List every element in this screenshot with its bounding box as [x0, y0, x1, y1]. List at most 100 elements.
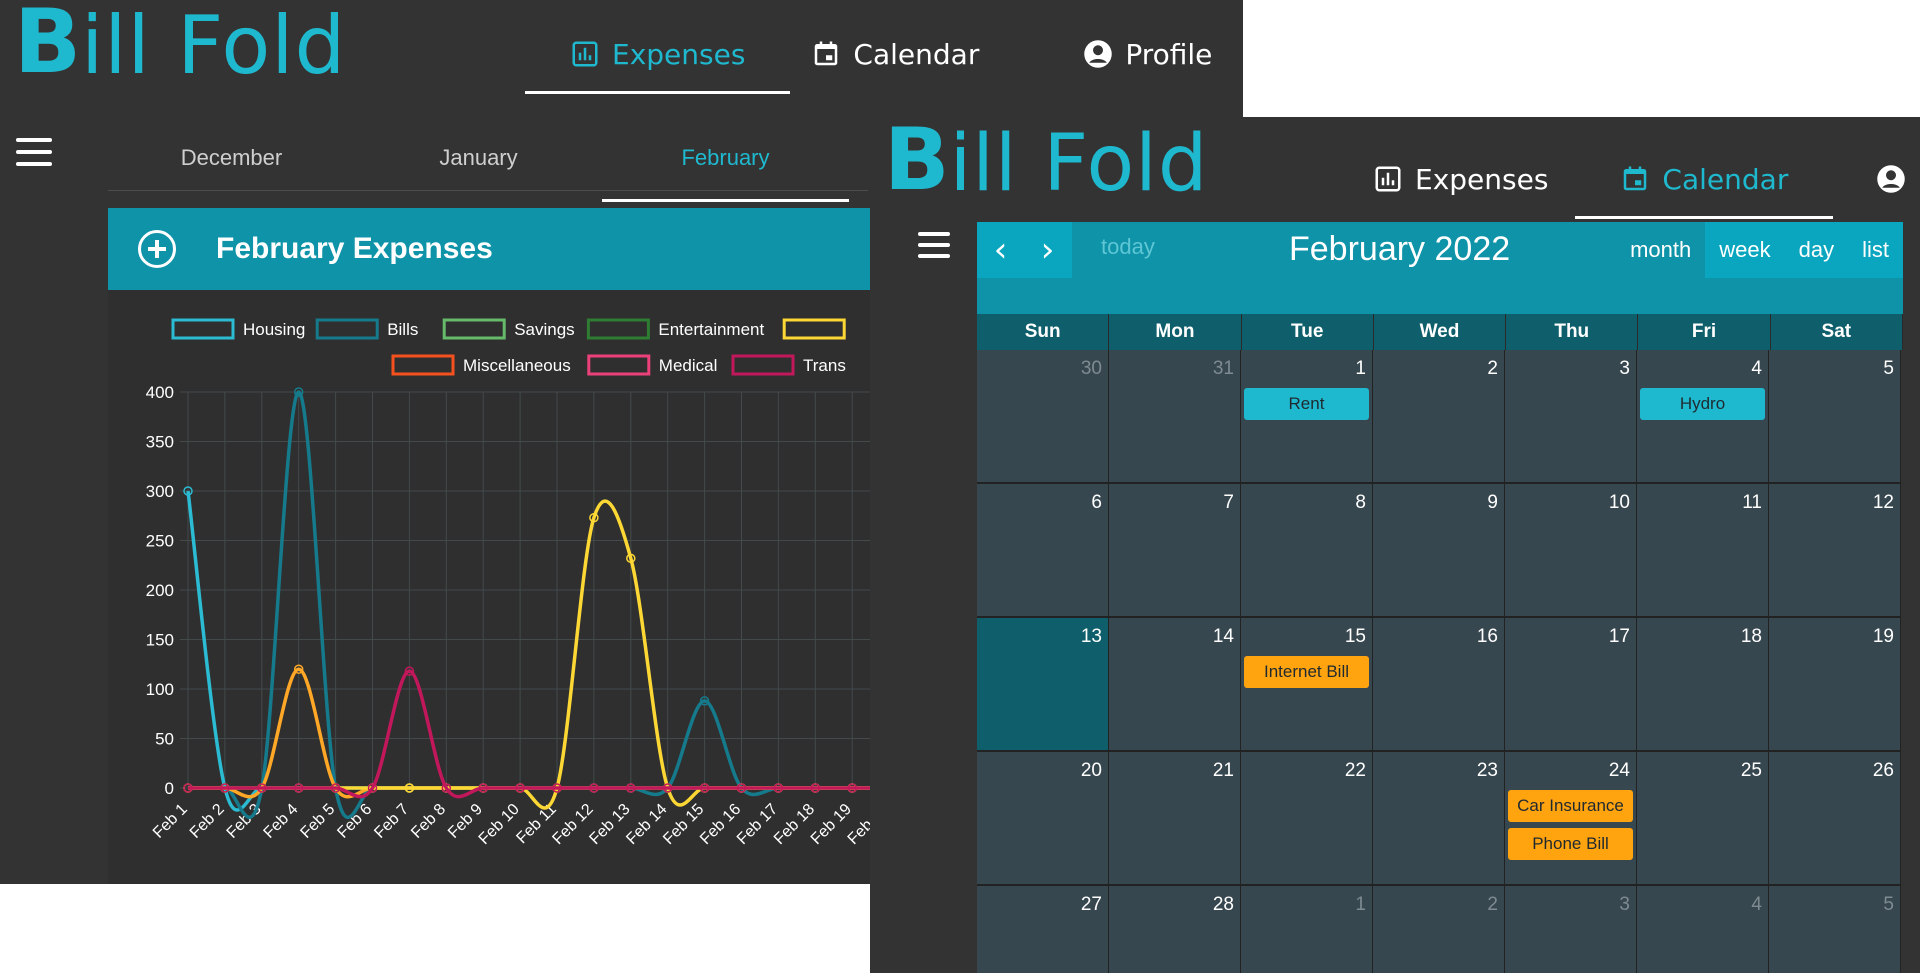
day-cell[interactable]: 15 Internet Bill: [1241, 618, 1373, 752]
day-cell[interactable]: 5: [1769, 886, 1901, 973]
day-number: 23: [1476, 760, 1498, 781]
day-cell[interactable]: 13: [977, 618, 1109, 752]
day-cell[interactable]: 6: [977, 484, 1109, 618]
day-cell[interactable]: 11: [1637, 484, 1769, 618]
logo-text: ill Fold: [81, 0, 347, 92]
calendar-event[interactable]: Hydro: [1640, 388, 1765, 420]
calendar-title: February 2022: [1289, 230, 1511, 268]
day-cell[interactable]: 24 Car Insurance Phone Bill: [1505, 752, 1637, 886]
legend-label: Trans: [803, 356, 846, 375]
day-cell[interactable]: 16: [1373, 618, 1505, 752]
day-cell[interactable]: 30: [977, 350, 1109, 484]
calendar-event[interactable]: Car Insurance: [1508, 790, 1633, 822]
next-month-button[interactable]: ›: [1024, 222, 1071, 278]
hamburger-menu-icon[interactable]: [918, 232, 950, 258]
day-cell[interactable]: 21: [1109, 752, 1241, 886]
x-tick-label: Feb 12: [549, 801, 596, 848]
day-cell[interactable]: 25: [1637, 752, 1769, 886]
day-cell[interactable]: 20: [977, 752, 1109, 886]
weekday-thu: Thu: [1506, 314, 1639, 350]
day-cell[interactable]: 9: [1373, 484, 1505, 618]
day-cell[interactable]: 1: [1241, 886, 1373, 973]
bill-fold-logo[interactable]: Bill Fold: [884, 117, 1208, 203]
weekday-header: Sun Mon Tue Wed Thu Fri Sat: [977, 314, 1903, 350]
day-cell[interactable]: 17: [1505, 618, 1637, 752]
day-cell[interactable]: 27: [977, 886, 1109, 973]
view-week-button[interactable]: week: [1705, 222, 1785, 278]
day-cell[interactable]: 12: [1769, 484, 1901, 618]
view-switcher: month week day list: [1616, 222, 1903, 278]
day-number: 27: [1080, 894, 1102, 915]
day-cell[interactable]: 10: [1505, 484, 1637, 618]
x-tick-label: Feb 8: [408, 801, 449, 842]
day-number: 11: [1742, 492, 1762, 513]
day-cell[interactable]: 31: [1109, 350, 1241, 484]
day-cell[interactable]: 5: [1769, 350, 1901, 484]
day-cell[interactable]: 23: [1373, 752, 1505, 886]
y-tick-label: 150: [146, 631, 174, 650]
logo-letter-b: B: [884, 117, 950, 210]
week-row: 30 31 1 Rent 2 3 4 Hydro 5: [977, 350, 1903, 484]
day-cell[interactable]: 8: [1241, 484, 1373, 618]
x-tick-label: Feb 14: [623, 801, 670, 848]
nav-profile[interactable]: Profile: [1876, 151, 1920, 207]
legend-swatch: [731, 354, 795, 376]
day-number: 1: [1355, 358, 1366, 379]
day-cell[interactable]: 2: [1373, 886, 1505, 973]
nav-expenses[interactable]: Expenses: [1373, 151, 1548, 207]
bar-chart-icon: [1375, 166, 1401, 192]
view-month-button[interactable]: month: [1616, 222, 1706, 278]
nav-expenses[interactable]: Expenses: [524, 26, 791, 94]
tab-january[interactable]: January: [355, 138, 602, 190]
nav-profile[interactable]: Profile: [1083, 26, 1212, 82]
day-cell[interactable]: 28: [1109, 886, 1241, 973]
day-number: 24: [1608, 760, 1630, 781]
nav-calendar-label: Calendar: [853, 37, 980, 71]
week-row: 27 28 1 2 3 4 5: [977, 886, 1903, 973]
x-tick-label: Feb 7: [371, 801, 412, 842]
day-number: 8: [1355, 492, 1366, 513]
series-line: [188, 390, 873, 819]
day-cell[interactable]: 7: [1109, 484, 1241, 618]
day-number: 3: [1619, 894, 1630, 915]
day-cell[interactable]: 19: [1769, 618, 1901, 752]
day-cell[interactable]: 14: [1109, 618, 1241, 752]
view-day-button[interactable]: day: [1784, 222, 1849, 278]
top-nav: Expenses Calendar Profile: [524, 26, 1212, 94]
add-expense-icon[interactable]: [138, 230, 176, 268]
day-cell[interactable]: 26: [1769, 752, 1901, 886]
nav-calendar[interactable]: Calendar: [1575, 151, 1834, 219]
day-cell[interactable]: 3: [1505, 886, 1637, 973]
day-cell[interactable]: 4: [1637, 886, 1769, 973]
day-cell[interactable]: 18: [1637, 618, 1769, 752]
logo-letter-b: B: [14, 0, 82, 93]
legend-swatch: [315, 318, 379, 340]
today-button[interactable]: today: [1101, 234, 1155, 260]
day-cell[interactable]: 1 Rent: [1241, 350, 1373, 484]
calendar-event[interactable]: Internet Bill: [1244, 656, 1369, 688]
prev-month-button[interactable]: ‹: [977, 222, 1024, 278]
legend-swatch: [171, 318, 235, 340]
series-line: [188, 667, 873, 799]
day-number: 20: [1080, 760, 1102, 781]
calendar-event[interactable]: Rent: [1244, 388, 1369, 420]
weekday-wed: Wed: [1374, 314, 1507, 350]
y-tick-label: 350: [146, 433, 174, 452]
calendar-window: Bill Fold Expenses Calendar Profile ‹ › …: [870, 117, 1920, 973]
hamburger-menu-icon[interactable]: [16, 138, 52, 166]
y-tick-label: 50: [155, 730, 174, 749]
tab-december[interactable]: December: [108, 138, 355, 190]
tab-february[interactable]: February: [602, 138, 849, 202]
y-tick-label: 250: [146, 532, 174, 551]
month-grid: Sun Mon Tue Wed Thu Fri Sat 30 31 1 Rent 2 3 4 Hydro 5…: [977, 314, 1903, 973]
day-number: 15: [1344, 626, 1366, 647]
calendar-event[interactable]: Phone Bill: [1508, 828, 1633, 860]
bill-fold-logo[interactable]: Bill Fold: [14, 0, 347, 92]
day-cell[interactable]: 22: [1241, 752, 1373, 886]
view-list-button[interactable]: list: [1848, 222, 1903, 278]
nav-calendar[interactable]: Calendar: [811, 26, 979, 82]
expenses-title: February Expenses: [216, 232, 493, 265]
day-cell[interactable]: 2: [1373, 350, 1505, 484]
day-cell[interactable]: 3: [1505, 350, 1637, 484]
day-cell[interactable]: 4 Hydro: [1637, 350, 1769, 484]
